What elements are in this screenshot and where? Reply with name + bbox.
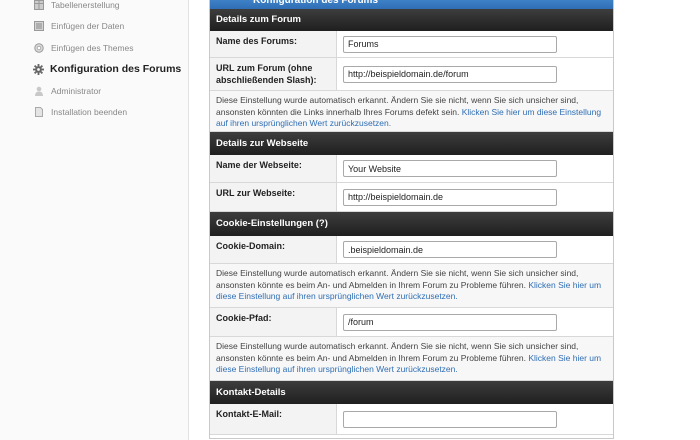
user-icon: [33, 85, 44, 96]
sidebar: Tabellenerstellung Einfügen der Daten Ei…: [0, 0, 189, 440]
forum-name-input[interactable]: [343, 35, 557, 53]
gear-icon: [33, 63, 44, 75]
cookie-path-input[interactable]: [343, 313, 557, 331]
step-installation-beenden: Installation beenden: [33, 102, 181, 124]
row-forum-name: Name des Forums:: [210, 31, 613, 58]
step-label: Konfiguration des Forums: [50, 63, 182, 76]
forum-name-label: Name des Forums:: [210, 31, 337, 57]
section-header-cookie: Cookie-Einstellungen (?): [210, 212, 613, 236]
note-text: Diese Einstellung wurde automatisch erka…: [216, 341, 579, 363]
install-steps-list: Tabellenerstellung Einfügen der Daten Ei…: [33, 0, 181, 123]
config-panel: Konfiguration des Forums Details zum For…: [209, 0, 614, 439]
section-header-contact: Kontakt-Details: [210, 381, 613, 404]
forum-url-note: Diese Einstellung wurde automatisch erka…: [210, 91, 613, 132]
step-label: Einfügen des Themes: [51, 42, 134, 53]
step-einfuegen-themes: Einfügen des Themes: [33, 37, 181, 59]
row-website-url: URL zur Webseite:: [210, 183, 613, 212]
row-forum-url: URL zum Forum (ohne abschließenden Slash…: [210, 58, 613, 91]
step-konfiguration-forum: Konfiguration des Forums: [33, 59, 181, 81]
step-label: Installation beenden: [51, 107, 128, 118]
step-einfuegen-daten: Einfügen der Daten: [33, 16, 181, 38]
cookie-path-label: Cookie-Pfad:: [210, 308, 337, 336]
row-website-name: Name der Webseite:: [210, 155, 613, 183]
panel-title: Konfiguration des Forums: [210, 0, 613, 9]
circle-icon: [33, 42, 44, 53]
forum-url-input[interactable]: [343, 65, 557, 83]
document-icon: [33, 107, 44, 118]
row-contact-email: Kontakt-E-Mail:: [210, 404, 613, 435]
cookie-domain-label: Cookie-Domain:: [210, 236, 337, 263]
row-cookie-path: Cookie-Pfad:: [210, 308, 613, 337]
cookie-path-note: Diese Einstellung wurde automatisch erka…: [210, 337, 613, 381]
cookie-domain-note: Diese Einstellung wurde automatisch erka…: [210, 264, 613, 308]
step-label: Administrator: [51, 85, 102, 96]
step-administrator: Administrator: [33, 80, 181, 102]
note-text: Diese Einstellung wurde automatisch erka…: [216, 268, 579, 290]
step-label: Einfügen der Daten: [51, 21, 125, 32]
website-url-input[interactable]: [343, 188, 557, 206]
step-tabellenerstellung: Tabellenerstellung: [33, 0, 181, 16]
contact-email-input[interactable]: [343, 410, 557, 428]
section-header-forum: Details zum Forum: [210, 9, 613, 31]
website-name-label: Name der Webseite:: [210, 155, 337, 182]
database-icon: [33, 21, 44, 32]
cookie-domain-input[interactable]: [343, 241, 557, 258]
contact-email-label: Kontakt-E-Mail:: [210, 404, 337, 434]
forum-url-label: URL zum Forum (ohne abschließenden Slash…: [210, 58, 337, 90]
website-url-label: URL zur Webseite:: [210, 183, 337, 211]
table-icon: [33, 0, 44, 10]
website-name-input[interactable]: [343, 160, 557, 177]
section-header-website: Details zur Webseite: [210, 132, 613, 155]
row-cookie-domain: Cookie-Domain:: [210, 236, 613, 264]
step-label: Tabellenerstellung: [51, 0, 120, 10]
